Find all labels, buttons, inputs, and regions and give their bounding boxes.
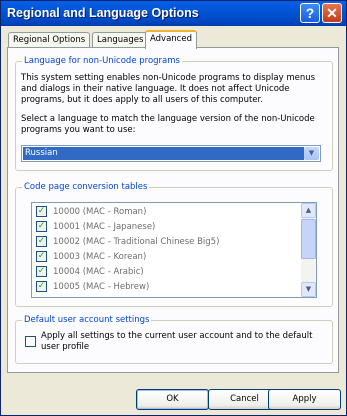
apply-button[interactable]: Apply	[268, 389, 341, 410]
non-unicode-select-prompt: Select a language to match the language …	[21, 114, 315, 135]
close-button[interactable]: ✕	[322, 3, 342, 23]
list-item[interactable]: ✓ 10000 (MAC - Roman)	[36, 205, 296, 220]
list-item-label: 10003 (MAC - Korean)	[53, 252, 147, 262]
selected-language: Russian	[23, 147, 304, 160]
ok-button[interactable]: OK	[136, 389, 209, 410]
codepage-list[interactable]: ✓ 10000 (MAC - Roman) ✓ 10001 (MAC - Jap…	[31, 202, 317, 298]
list-item[interactable]: ✓ 10003 (MAC - Korean)	[36, 250, 296, 265]
list-item-label: 10002 (MAC - Traditional Chinese Big5)	[53, 237, 220, 247]
non-unicode-description: This system setting enables non-Unicode …	[21, 73, 316, 105]
default-user-group-label: Default user account settings	[22, 315, 152, 325]
non-unicode-language-select[interactable]: Russian ▼	[21, 145, 321, 162]
apply-default-user-checkbox[interactable]	[25, 336, 36, 347]
non-unicode-group-label: Language for non-Unicode programs	[22, 56, 182, 66]
list-item[interactable]: ✓ 10001 (MAC - Japanese)	[36, 220, 296, 235]
list-item[interactable]: ✓ 10005 (MAC - Hebrew)	[36, 280, 296, 295]
help-button[interactable]: ?	[300, 3, 320, 23]
tab-advanced[interactable]: Advanced	[145, 30, 197, 49]
list-item[interactable]: ✓ 10002 (MAC - Traditional Chinese Big5)	[36, 235, 296, 250]
scroll-up-icon[interactable]: ▲	[301, 203, 316, 218]
tab-regional-options[interactable]: Regional Options	[8, 32, 91, 48]
list-item-label: 10001 (MAC - Japanese)	[53, 222, 156, 232]
window-title: Regional and Language Options	[7, 6, 199, 20]
title-bar[interactable]: Regional and Language Options ? ✕	[1, 1, 346, 26]
check-icon[interactable]: ✓	[36, 221, 47, 232]
list-item-label: 10004 (MAC - Arabic)	[53, 267, 144, 277]
check-icon[interactable]: ✓	[36, 206, 47, 217]
scroll-down-icon[interactable]: ▼	[301, 282, 316, 297]
codepage-scrollbar[interactable]: ▲ ▼	[301, 203, 316, 297]
scroll-thumb[interactable]	[301, 219, 316, 259]
dialog-window: Regional and Language Options ? ✕ Region…	[0, 0, 347, 416]
codepage-group-label: Code page conversion tables	[22, 182, 150, 192]
check-icon[interactable]: ✓	[36, 236, 47, 247]
list-item-label: 10000 (MAC - Roman)	[53, 207, 147, 217]
tab-languages[interactable]: Languages	[92, 32, 149, 48]
apply-default-user-label[interactable]: Apply all settings to the current user a…	[41, 331, 321, 353]
check-icon[interactable]: ✓	[36, 266, 47, 277]
check-icon[interactable]: ✓	[36, 281, 47, 292]
list-item-label: 10005 (MAC - Hebrew)	[53, 282, 150, 292]
chevron-down-icon[interactable]: ▼	[304, 147, 319, 160]
list-item[interactable]: ✓ 10004 (MAC - Arabic)	[36, 265, 296, 280]
check-icon[interactable]: ✓	[36, 251, 47, 262]
